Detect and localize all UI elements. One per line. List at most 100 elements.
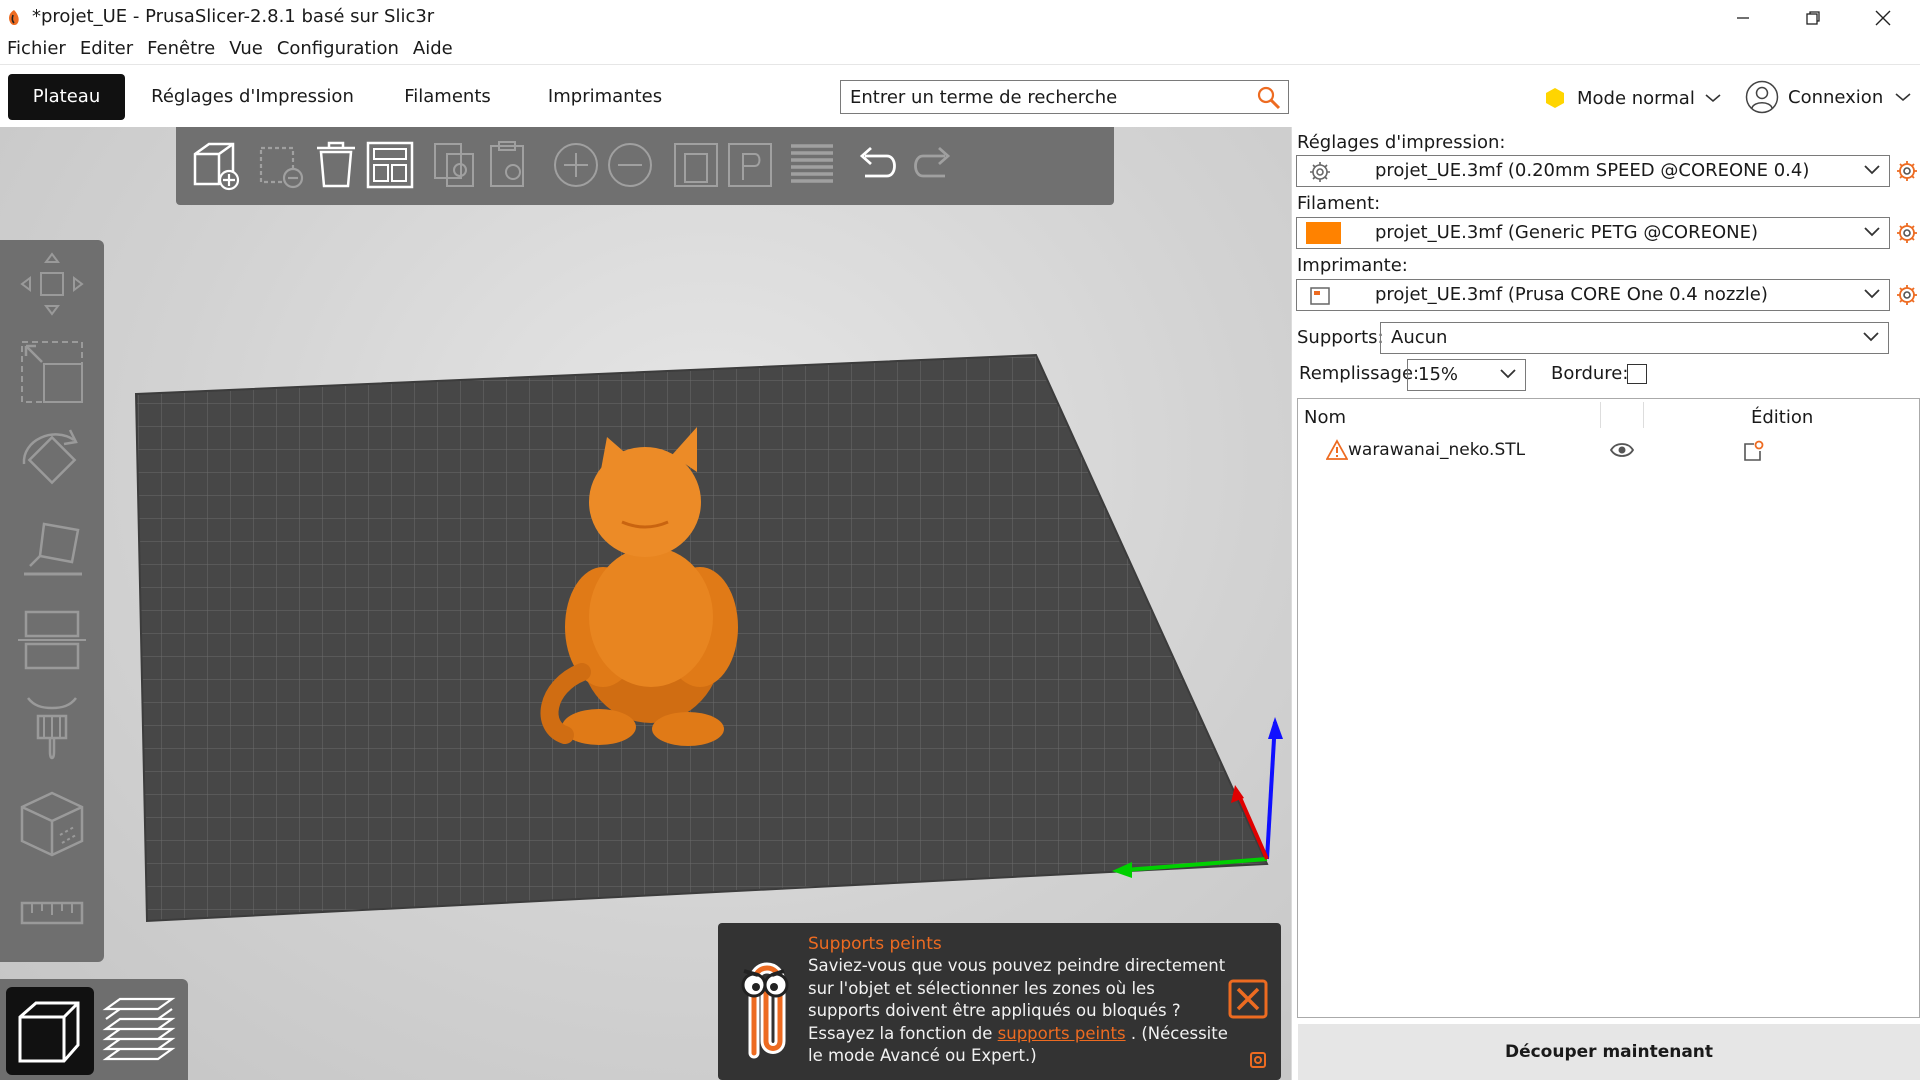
supports-value: Aucun: [1391, 327, 1448, 348]
supports-label: Supports:: [1297, 327, 1384, 348]
print-settings-value: projet_UE.3mf (0.20mm SPEED @COREONE 0.4…: [1375, 160, 1810, 181]
edit-filament-settings-icon[interactable]: [1896, 222, 1918, 244]
user-avatar-icon: [1745, 80, 1779, 114]
remove-instance-icon[interactable]: [603, 138, 657, 192]
preview-layers-icon: [102, 997, 176, 1061]
hint-text: Saviez-vous que vous pouvez peindre dire…: [808, 956, 1228, 1065]
view-switcher: [0, 979, 188, 1080]
3d-view-button[interactable]: [6, 987, 94, 1075]
paste-icon[interactable]: [483, 138, 537, 192]
delete-all-icon[interactable]: [309, 138, 363, 192]
support-paint-icon[interactable]: [14, 692, 90, 768]
clippy-mascot-icon: [741, 962, 789, 1059]
eye-icon[interactable]: [1610, 441, 1634, 459]
restore-button[interactable]: [1778, 0, 1848, 36]
column-separator: [1600, 402, 1601, 428]
chevron-down-icon: [1500, 369, 1516, 379]
column-header-edit[interactable]: Édition: [1751, 407, 1813, 428]
scale-icon[interactable]: [14, 334, 90, 410]
edit-printer-settings-icon[interactable]: [1896, 284, 1918, 306]
printer-value: projet_UE.3mf (Prusa CORE One 0.4 nozzle…: [1375, 284, 1768, 305]
print-settings-label: Réglages d'impression:: [1297, 132, 1506, 153]
chevron-down-icon: [1863, 332, 1879, 342]
settings-gear-icon[interactable]: [1248, 1050, 1268, 1070]
object-list: Nom Édition warawanai_neko.STL: [1297, 398, 1920, 1018]
cut-icon[interactable]: [14, 602, 90, 678]
edit-print-settings-icon[interactable]: [1896, 160, 1918, 182]
print-settings-combo[interactable]: projet_UE.3mf (0.20mm SPEED @COREONE 0.4…: [1296, 155, 1890, 187]
preview-button[interactable]: [96, 987, 184, 1075]
minimize-icon: [1737, 17, 1749, 19]
print-settings-gear-icon: [1310, 162, 1330, 182]
undo-icon[interactable]: [851, 138, 905, 192]
printer-icon: [1310, 287, 1330, 305]
search-box: [840, 80, 1289, 114]
chevron-down-icon: [1895, 93, 1911, 102]
tab-print-settings[interactable]: Réglages d'Impression: [150, 74, 355, 120]
warning-icon[interactable]: [1326, 439, 1348, 461]
infill-combo[interactable]: 15%: [1407, 359, 1526, 391]
brim-checkbox[interactable]: [1627, 364, 1647, 384]
infill-value: 15%: [1418, 364, 1459, 385]
split-parts-icon[interactable]: [723, 138, 777, 192]
split-objects-icon[interactable]: [669, 138, 723, 192]
login-label: Connexion: [1788, 86, 1884, 108]
tab-printers[interactable]: Imprimantes: [540, 74, 670, 120]
menu-view[interactable]: Vue: [222, 36, 270, 64]
mode-selector[interactable]: Mode normal: [1545, 84, 1721, 112]
3d-view-icon: [18, 1001, 80, 1063]
infill-label: Remplissage:: [1299, 363, 1420, 384]
column-header-name[interactable]: Nom: [1304, 407, 1346, 428]
object-name: warawanai_neko.STL: [1348, 440, 1526, 460]
mode-label: Mode normal: [1577, 87, 1695, 109]
hint-notification: Supports peints Saviez-vous que vous pou…: [718, 923, 1281, 1080]
printer-label: Imprimante:: [1297, 255, 1408, 276]
hint-link[interactable]: supports peints: [998, 1024, 1126, 1043]
layers-editing-icon[interactable]: [785, 138, 839, 192]
chevron-down-icon: [1864, 227, 1880, 237]
slice-now-button[interactable]: Découper maintenant: [1298, 1024, 1920, 1080]
rotate-icon[interactable]: [14, 422, 90, 498]
window-title: *projet_UE - PrusaSlicer-2.8.1 basé sur …: [32, 6, 435, 27]
edit-object-icon[interactable]: [1742, 440, 1764, 462]
list-item[interactable]: warawanai_neko.STL: [1298, 435, 1918, 469]
place-on-face-icon[interactable]: [14, 512, 90, 588]
search-input[interactable]: [841, 81, 1241, 113]
add-instance-icon[interactable]: [549, 138, 603, 192]
close-hint-icon[interactable]: [1228, 979, 1268, 1019]
measure-cube-icon[interactable]: [14, 785, 90, 861]
brim-label: Bordure:: [1551, 363, 1629, 384]
tab-plater[interactable]: Plateau: [8, 74, 125, 120]
supports-combo[interactable]: Aucun: [1380, 322, 1889, 354]
sidebar: Réglages d'impression: projet_UE.3mf (0.…: [1291, 127, 1920, 1080]
menu-bar: Fichier Editer Fenêtre Vue Configuration…: [0, 36, 460, 64]
arrange-icon[interactable]: [363, 138, 417, 192]
move-icon[interactable]: [14, 246, 90, 322]
menu-help[interactable]: Aide: [406, 36, 460, 64]
filament-color-swatch: [1306, 222, 1341, 244]
menu-window[interactable]: Fenêtre: [140, 36, 222, 64]
redo-icon[interactable]: [905, 138, 959, 192]
mode-hexagon-icon: [1546, 88, 1564, 108]
delete-icon[interactable]: [255, 138, 309, 192]
login-button[interactable]: Connexion: [1745, 80, 1911, 114]
close-window-button[interactable]: [1848, 0, 1918, 36]
chevron-down-icon: [1864, 165, 1880, 175]
chevron-down-icon: [1705, 94, 1721, 103]
filament-label: Filament:: [1297, 193, 1381, 214]
menu-edit[interactable]: Editer: [73, 36, 140, 64]
printer-combo[interactable]: projet_UE.3mf (Prusa CORE One 0.4 nozzle…: [1296, 279, 1890, 311]
copy-icon[interactable]: [429, 138, 483, 192]
menu-configuration[interactable]: Configuration: [270, 36, 406, 64]
ruler-icon[interactable]: [14, 875, 90, 951]
restore-icon: [1806, 11, 1820, 25]
tab-filaments[interactable]: Filaments: [395, 74, 500, 120]
add-icon[interactable]: [189, 138, 243, 192]
search-icon[interactable]: [1256, 85, 1282, 111]
filament-combo[interactable]: projet_UE.3mf (Generic PETG @COREONE): [1296, 217, 1890, 249]
column-separator: [1643, 402, 1644, 428]
filament-value: projet_UE.3mf (Generic PETG @COREONE): [1375, 222, 1758, 243]
minimize-button[interactable]: [1708, 0, 1778, 36]
top-toolbar: [176, 127, 1114, 205]
menu-file[interactable]: Fichier: [0, 36, 73, 64]
